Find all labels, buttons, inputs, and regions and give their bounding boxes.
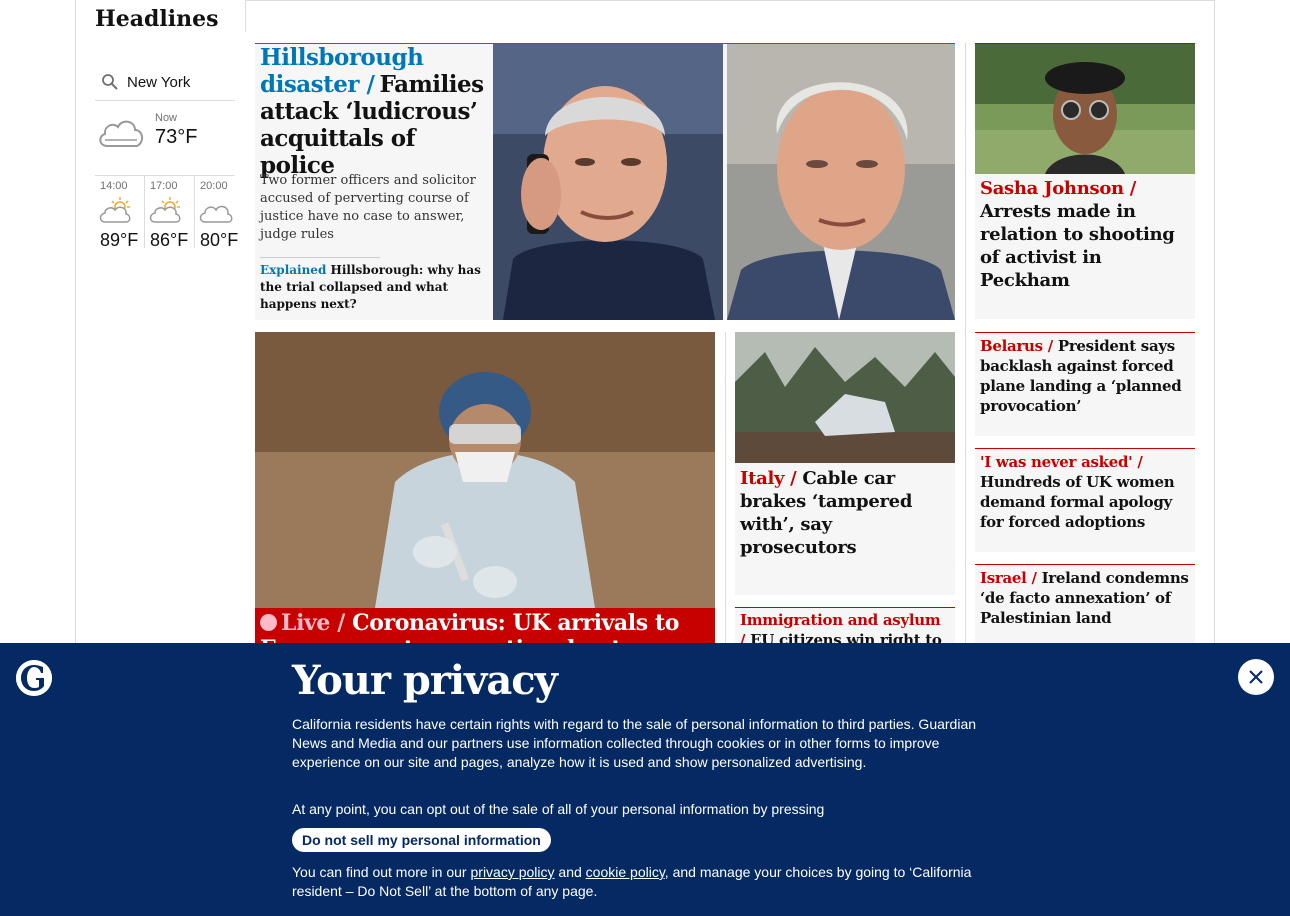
- sun-cloud-icon: [149, 197, 181, 223]
- story-headline-text: Arrests made in relation to shooting of …: [980, 201, 1175, 291]
- cookie-policy-link[interactable]: cookie policy: [586, 864, 665, 880]
- story-kicker: 'I was never asked' /: [980, 453, 1143, 471]
- forecast: 14:00 89°F 17:00 86°F 20:00 80°F: [95, 176, 245, 250]
- now-label: Now: [155, 112, 178, 124]
- forecast-temp: 86°F: [150, 230, 189, 250]
- close-icon: [1249, 670, 1263, 684]
- hero-divider: [260, 257, 380, 258]
- story-kicker: Italy /: [740, 468, 797, 489]
- forecast-temp: 89°F: [100, 230, 139, 250]
- privacy-banner: Your privacy California residents have c…: [0, 643, 1290, 916]
- hero-related-link[interactable]: Explained Hillsborough: why has the tria…: [260, 262, 485, 313]
- story-card[interactable]: Israel / Ireland condemns ‘de facto anne…: [975, 564, 1195, 643]
- cloud-icon: [99, 120, 143, 147]
- guardian-logo: [16, 660, 52, 696]
- story-kicker: Belarus /: [980, 337, 1053, 355]
- hero-photo-right: [727, 44, 955, 320]
- forecast-item: 14:00 89°F: [95, 176, 146, 250]
- header-rule: [245, 0, 1215, 1]
- location-name: New York: [127, 73, 191, 91]
- story-photo: [975, 44, 1195, 174]
- privacy-optout-text: At any point, you can opt out of the sal…: [292, 801, 825, 817]
- forecast-temp: 80°F: [200, 230, 239, 250]
- location-field[interactable]: New York: [95, 64, 235, 101]
- story-kicker: Israel /: [980, 569, 1037, 587]
- sidebar-divider: [245, 0, 246, 32]
- privacy-policy-link[interactable]: privacy policy: [471, 864, 555, 880]
- story-card[interactable]: Italy / Cable car brakes ‘tampered with’…: [735, 332, 955, 595]
- more-info-text: and: [554, 864, 586, 880]
- story-kicker: Sasha Johnson /: [980, 178, 1137, 199]
- section-title: Headlines: [95, 6, 219, 32]
- more-info-text: You can find out more in our: [292, 864, 471, 880]
- story-headline-text: Hundreds of UK women demand formal apolo…: [980, 473, 1175, 531]
- forecast-time: 17:00: [150, 180, 178, 192]
- story-card[interactable]: 'I was never asked' / Hundreds of UK wom…: [975, 448, 1195, 552]
- live-story[interactable]: Live / Coronavirus: UK arrivals to Europ…: [255, 332, 715, 688]
- now-temp: 73°F: [155, 126, 198, 148]
- story-headline[interactable]: 'I was never asked' / Hundreds of UK wom…: [975, 449, 1195, 532]
- close-button[interactable]: [1238, 659, 1274, 695]
- story-card[interactable]: Sasha Johnson / Arrests made in relation…: [975, 43, 1195, 319]
- cloud-icon: [199, 205, 233, 223]
- hero-photo-left: [493, 44, 723, 320]
- privacy-body: California residents have certain rights…: [292, 716, 977, 770]
- story-headline[interactable]: Israel / Ireland condemns ‘de facto anne…: [975, 565, 1195, 628]
- search-icon: [102, 74, 118, 90]
- privacy-more-info: You can find out more in our privacy pol…: [292, 863, 972, 901]
- forecast-item: 17:00 86°F: [145, 176, 196, 250]
- story-headline[interactable]: Italy / Cable car brakes ‘tampered with’…: [735, 463, 955, 559]
- story-card[interactable]: Belarus / President says backlash agains…: [975, 332, 1195, 436]
- sun-cloud-icon: [99, 197, 131, 223]
- hero-headline[interactable]: Hillsborough disaster / Families attack …: [260, 44, 490, 179]
- weather-now: Now 73°F: [95, 108, 235, 176]
- live-dot-icon: [260, 614, 277, 631]
- related-kicker: Explained: [260, 263, 327, 277]
- hero-story[interactable]: Hillsborough disaster / Families attack …: [255, 43, 955, 320]
- hero-standfirst: Two former officers and solicitor accuse…: [260, 173, 476, 242]
- forecast-item: 20:00 80°F: [195, 176, 245, 250]
- do-not-sell-button[interactable]: Do not sell my personal information: [292, 828, 551, 852]
- story-headline[interactable]: Sasha Johnson / Arrests made in relation…: [975, 174, 1195, 292]
- column-divider: [725, 332, 726, 643]
- story-kicker: Live /: [281, 610, 345, 636]
- column-divider: [965, 43, 966, 643]
- story-photo: [735, 332, 955, 463]
- story-headline[interactable]: Belarus / President says backlash agains…: [975, 333, 1195, 416]
- forecast-time: 14:00: [100, 180, 128, 192]
- weather-sidebar: Headlines New York Now 73°F 14:00 89°F 1…: [95, 0, 245, 300]
- story-card[interactable]: Immigration and asylum / EU citizens win…: [735, 607, 955, 649]
- privacy-title: Your privacy: [292, 657, 558, 704]
- forecast-time: 20:00: [200, 180, 228, 192]
- story-photo: [255, 332, 715, 608]
